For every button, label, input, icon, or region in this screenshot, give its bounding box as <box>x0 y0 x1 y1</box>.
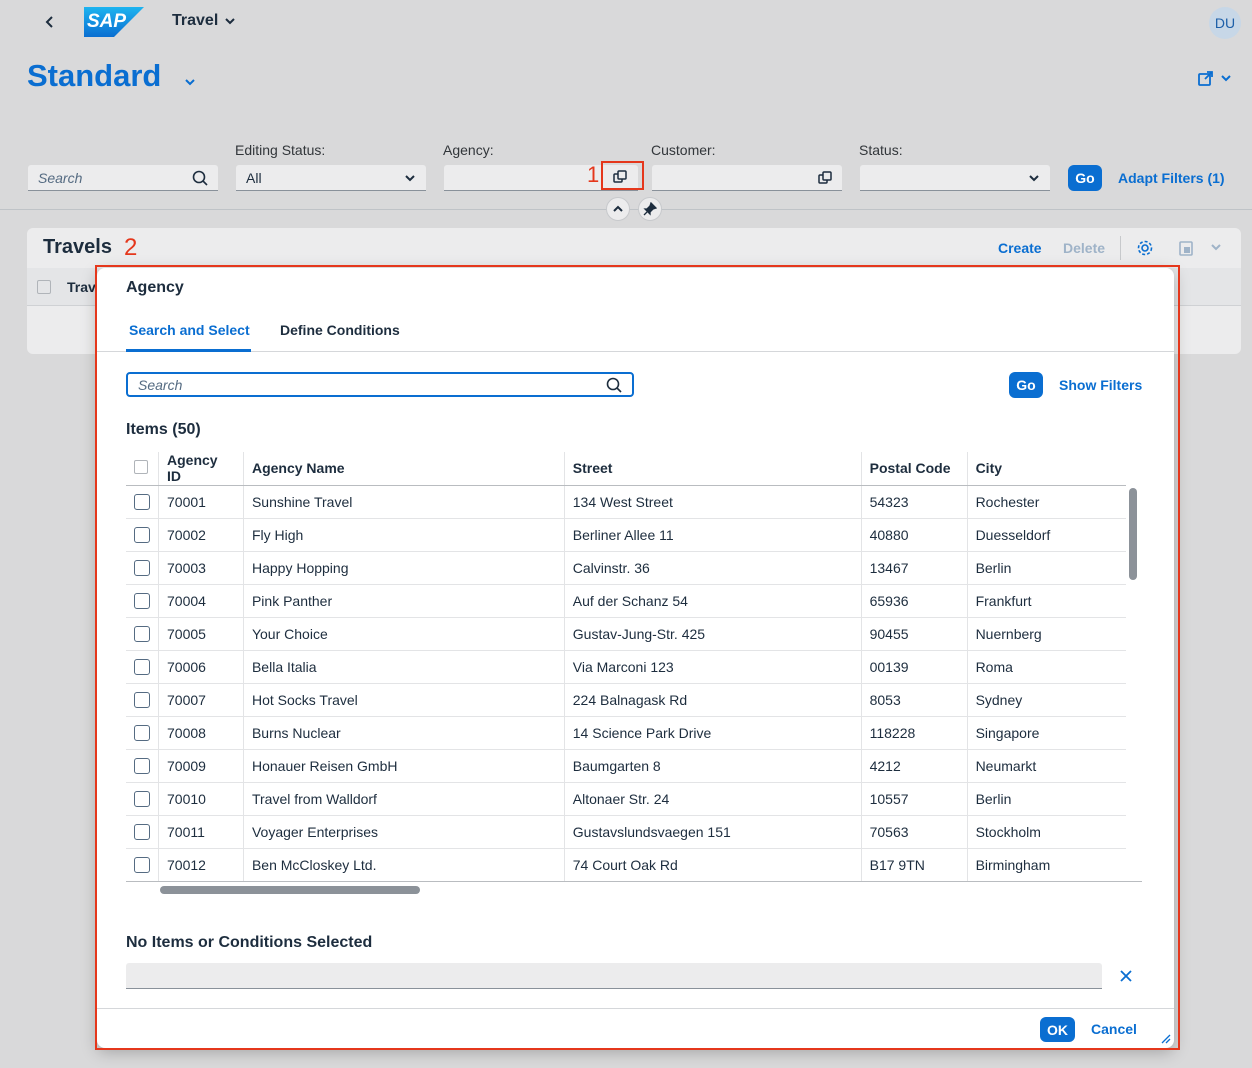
share-button[interactable] <box>1197 70 1235 88</box>
back-arrow-icon[interactable] <box>42 12 58 32</box>
app-title[interactable]: Travel <box>172 12 218 30</box>
chevron-down-icon <box>1029 174 1039 181</box>
pin-header-button[interactable] <box>638 197 662 221</box>
adapt-filters-link[interactable]: Adapt Filters (1) <box>1118 170 1225 186</box>
search-input[interactable]: Search <box>28 165 218 191</box>
travels-column-header: Trav <box>67 279 96 295</box>
settings-gear-icon[interactable] <box>1136 239 1154 257</box>
editing-status-select[interactable]: All <box>236 165 426 191</box>
search-icon <box>192 170 208 186</box>
status-select[interactable] <box>860 165 1050 191</box>
select-all-checkbox[interactable] <box>37 280 51 294</box>
annotation-box-2 <box>95 265 1180 1050</box>
customer-label: Customer: <box>651 142 716 158</box>
travels-title: Travels <box>43 236 112 258</box>
create-button[interactable]: Create <box>998 240 1042 256</box>
status-label: Status: <box>859 142 903 158</box>
chevron-down-icon[interactable] <box>184 76 196 88</box>
editing-status-label: Editing Status: <box>235 142 326 158</box>
collapse-header-button[interactable] <box>606 197 630 221</box>
avatar[interactable]: DU <box>1209 7 1241 39</box>
delete-button[interactable]: Delete <box>1063 240 1105 256</box>
agency-label: Agency: <box>443 142 494 158</box>
annotation-marker-1: 1 <box>587 162 600 187</box>
editing-status-value: All <box>246 169 262 186</box>
chevron-up-icon <box>613 205 623 212</box>
chevron-down-icon <box>405 174 415 181</box>
export-icon[interactable] <box>1178 239 1224 257</box>
value-help-icon[interactable] <box>613 170 627 184</box>
value-help-icon[interactable] <box>818 170 832 185</box>
go-button[interactable]: Go <box>1068 165 1102 191</box>
sap-logo-text: SAP <box>87 11 127 32</box>
sap-logo[interactable]: SAP <box>84 7 144 37</box>
toolbar-separator <box>1120 236 1121 260</box>
share-icon <box>1198 71 1231 86</box>
chevron-down-icon[interactable] <box>224 15 236 27</box>
pin-icon <box>643 202 657 216</box>
variant-title[interactable]: Standard <box>27 58 161 94</box>
search-placeholder: Search <box>38 169 83 186</box>
annotation-marker-2: 2 <box>124 234 138 261</box>
shell-bar: SAP Travel DU <box>0 0 1252 44</box>
customer-input[interactable] <box>652 165 842 191</box>
